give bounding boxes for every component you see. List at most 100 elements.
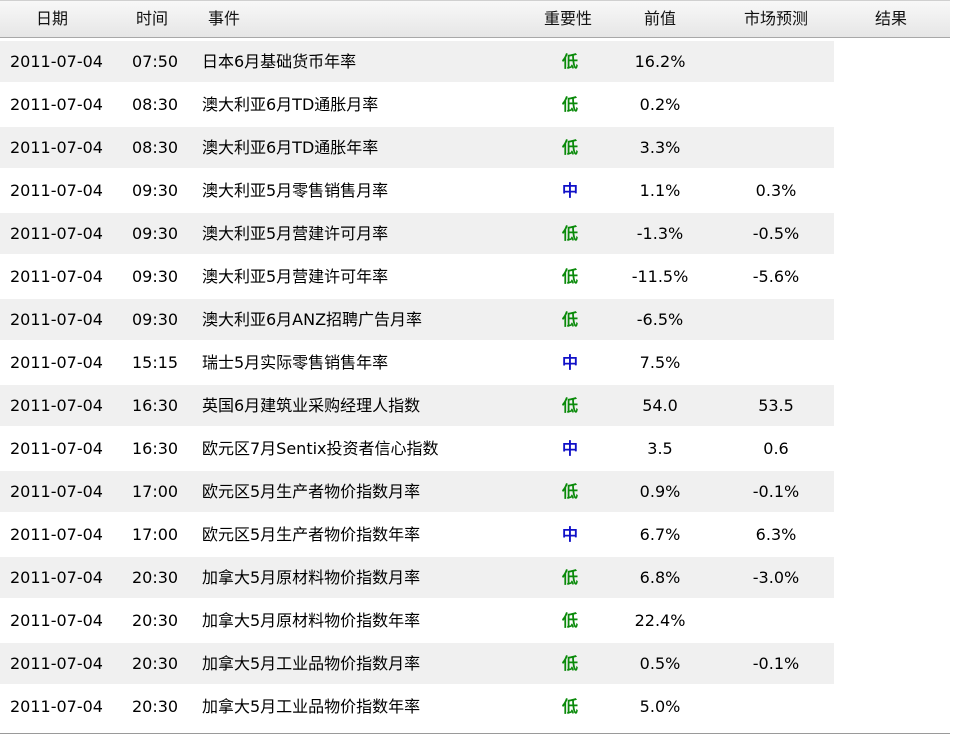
row-event: 加拿大5月原材料物价指数月率 — [202, 568, 421, 587]
row-previous: -1.3% — [636, 224, 684, 243]
economic-calendar: 日期 时间 事件 重要性 前值 市场预测 结果 2011-07-04 07:50 日… — [0, 0, 950, 736]
row-importance: 低 — [561, 52, 578, 71]
row-result — [846, 255, 946, 298]
row-date: 2011-07-04 — [10, 396, 103, 415]
row-time: 08:30 — [132, 95, 179, 114]
row-previous: 0.9% — [639, 482, 681, 501]
row-date: 2011-07-04 — [10, 52, 103, 71]
row-previous: 3.5 — [647, 439, 673, 458]
row-importance: 低 — [561, 611, 578, 630]
row-time: 09:30 — [132, 224, 179, 243]
row-forecast: 0.6 — [763, 439, 789, 458]
header-time[interactable]: 时间 — [136, 1, 168, 39]
row-event: 加拿大5月工业品物价指数年率 — [202, 697, 421, 716]
row-importance: 低 — [561, 697, 578, 716]
row-previous: -11.5% — [631, 267, 689, 286]
table-row[interactable]: 2011-07-04 07:50 日本6月基础货币年率 低 16.2% — [0, 40, 950, 83]
row-result — [846, 642, 946, 685]
row-importance: 中 — [561, 439, 578, 458]
row-date: 2011-07-04 — [10, 568, 103, 587]
row-forecast — [726, 83, 826, 126]
row-forecast: -0.5% — [752, 224, 800, 243]
header-date[interactable]: 日期 — [36, 1, 68, 39]
row-forecast — [726, 298, 826, 341]
table-row[interactable]: 2011-07-04 16:30 英国6月建筑业采购经理人指数 低 54.0 53.5 — [0, 384, 950, 427]
row-forecast — [726, 40, 826, 83]
row-event: 英国6月建筑业采购经理人指数 — [202, 396, 421, 415]
row-importance: 低 — [561, 654, 578, 673]
row-event: 欧元区7月Sentix投资者信心指数 — [202, 439, 439, 458]
row-time: 08:30 — [132, 138, 179, 157]
row-event: 加拿大5月工业品物价指数月率 — [202, 654, 421, 673]
row-event: 日本6月基础货币年率 — [202, 52, 357, 71]
row-time: 20:30 — [132, 654, 179, 673]
row-event: 澳大利亚6月TD通胀月率 — [202, 95, 379, 114]
table-row[interactable]: 2011-07-04 09:30 澳大利亚5月零售销售月率 中 1.1% 0.3% — [0, 169, 950, 212]
row-forecast — [726, 126, 826, 169]
row-date: 2011-07-04 — [10, 267, 103, 286]
row-result — [846, 298, 946, 341]
table-row[interactable]: 2011-07-04 16:30 欧元区7月Sentix投资者信心指数 中 3.5 0.6 — [0, 427, 950, 470]
header-importance[interactable]: 重要性 — [544, 1, 592, 39]
table-row[interactable]: 2011-07-04 15:15 瑞士5月实际零售销售年率 中 7.5% — [0, 341, 950, 384]
row-date: 2011-07-04 — [10, 95, 103, 114]
row-date: 2011-07-04 — [10, 482, 103, 501]
row-time: 16:30 — [132, 396, 179, 415]
row-event: 澳大利亚5月营建许可月率 — [202, 224, 389, 243]
header-forecast[interactable]: 市场预测 — [744, 1, 808, 39]
table-row[interactable]: 2011-07-04 09:30 澳大利亚5月营建许可月率 低 -1.3% -0.5% — [0, 212, 950, 255]
row-time: 16:30 — [132, 439, 179, 458]
row-previous: 5.0% — [639, 697, 681, 716]
row-forecast: 53.5 — [758, 396, 794, 415]
row-event: 澳大利亚6月ANZ招聘广告月率 — [202, 310, 423, 329]
row-importance: 低 — [561, 224, 578, 243]
row-date: 2011-07-04 — [10, 525, 103, 544]
row-forecast: -0.1% — [752, 482, 800, 501]
table-row[interactable]: 2011-07-04 08:30 澳大利亚6月TD通胀年率 低 3.3% — [0, 126, 950, 169]
row-importance: 低 — [561, 138, 578, 157]
row-event: 澳大利亚6月TD通胀年率 — [202, 138, 379, 157]
row-date: 2011-07-04 — [10, 181, 103, 200]
row-result — [846, 126, 946, 169]
row-importance: 低 — [561, 396, 578, 415]
row-date: 2011-07-04 — [10, 224, 103, 243]
row-previous: 6.8% — [639, 568, 681, 587]
row-previous: -6.5% — [636, 310, 684, 329]
row-previous: 1.1% — [639, 181, 681, 200]
table-row[interactable]: 2011-07-04 20:30 加拿大5月工业品物价指数月率 低 0.5% -0.1% — [0, 642, 950, 685]
row-previous: 6.7% — [639, 525, 681, 544]
row-result — [846, 169, 946, 212]
table-row[interactable]: 2011-07-04 20:30 加拿大5月原材料物价指数月率 低 6.8% -3.0% — [0, 556, 950, 599]
row-time: 09:30 — [132, 310, 179, 329]
table-row[interactable]: 2011-07-04 08:30 澳大利亚6月TD通胀月率 低 0.2% — [0, 83, 950, 126]
row-time: 20:30 — [132, 568, 179, 587]
table-row[interactable]: 2011-07-04 09:30 澳大利亚6月ANZ招聘广告月率 低 -6.5% — [0, 298, 950, 341]
row-event: 加拿大5月原材料物价指数年率 — [202, 611, 421, 630]
table-row[interactable]: 2011-07-04 09:30 澳大利亚5月营建许可年率 低 -11.5% -5.6% — [0, 255, 950, 298]
row-forecast: 0.3% — [755, 181, 797, 200]
row-importance: 中 — [561, 525, 578, 544]
header-event[interactable]: 事件 — [208, 1, 240, 39]
row-date: 2011-07-04 — [10, 310, 103, 329]
row-result — [846, 384, 946, 427]
row-date: 2011-07-04 — [10, 138, 103, 157]
header-result[interactable]: 结果 — [875, 1, 907, 39]
table-row[interactable]: 2011-07-04 20:30 加拿大5月原材料物价指数年率 低 22.4% — [0, 599, 950, 642]
row-date: 2011-07-04 — [10, 697, 103, 716]
row-importance: 低 — [561, 267, 578, 286]
table-row[interactable]: 2011-07-04 20:30 加拿大5月工业品物价指数年率 低 5.0% — [0, 685, 950, 728]
table-row[interactable]: 2011-07-04 17:00 欧元区5月生产者物价指数月率 低 0.9% -0.1% — [0, 470, 950, 513]
row-time: 17:00 — [132, 482, 179, 501]
row-result — [846, 513, 946, 556]
header-previous[interactable]: 前值 — [644, 1, 676, 39]
row-result — [846, 40, 946, 83]
row-time: 17:00 — [132, 525, 179, 544]
row-time: 20:30 — [132, 697, 179, 716]
table-bottom-border — [0, 733, 950, 734]
row-result — [846, 341, 946, 384]
table-row[interactable]: 2011-07-04 17:00 欧元区5月生产者物价指数年率 中 6.7% 6.3% — [0, 513, 950, 556]
row-previous: 16.2% — [634, 52, 686, 71]
row-result — [846, 470, 946, 513]
row-event: 欧元区5月生产者物价指数月率 — [202, 482, 421, 501]
row-importance: 低 — [561, 568, 578, 587]
